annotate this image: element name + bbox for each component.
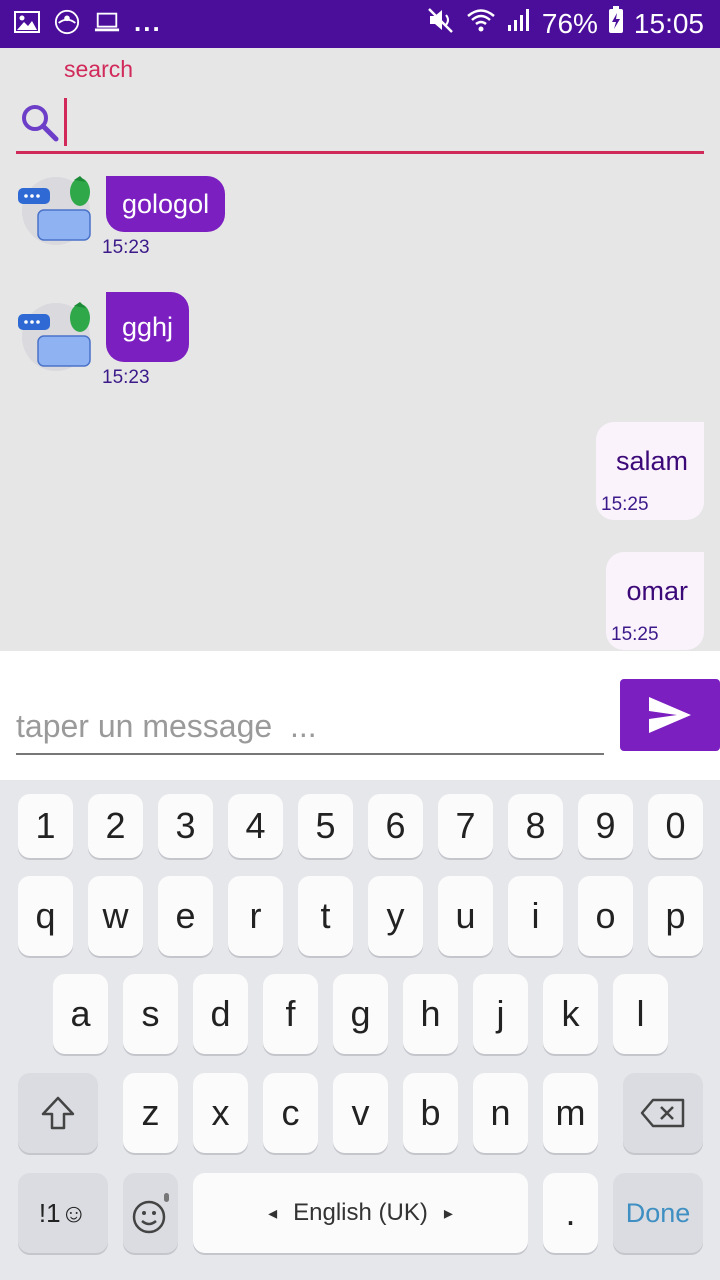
- symbols-key[interactable]: !1☺: [18, 1173, 108, 1253]
- key-f[interactable]: f: [263, 974, 318, 1054]
- avatar: [16, 176, 96, 246]
- key-d[interactable]: d: [193, 974, 248, 1054]
- message-time: 15:23: [102, 367, 150, 388]
- more-notifications: ...: [134, 7, 162, 37]
- message-time: 15:25: [611, 624, 659, 645]
- message-bubble[interactable]: gghj: [106, 292, 190, 362]
- key-y[interactable]: y: [368, 876, 423, 956]
- message-bubble[interactable]: salam 15:25: [596, 422, 704, 520]
- signal-icon: [506, 7, 532, 40]
- emoji-icon: [132, 1193, 169, 1234]
- message-text: salam: [615, 446, 688, 476]
- message-text: omar: [626, 576, 688, 606]
- search-label: search: [64, 56, 134, 82]
- key-x[interactable]: x: [193, 1073, 248, 1153]
- message-input[interactable]: [16, 699, 604, 755]
- key-c[interactable]: c: [263, 1073, 318, 1153]
- image-notification-icon: [14, 10, 40, 34]
- key-p[interactable]: p: [648, 876, 703, 956]
- period-key[interactable]: .: [543, 1173, 598, 1253]
- avatar: [16, 302, 96, 372]
- clock: 15:05: [633, 7, 704, 39]
- key-s[interactable]: s: [123, 974, 178, 1054]
- battery-charging-icon: [608, 6, 624, 41]
- done-key[interactable]: Done: [613, 1173, 703, 1253]
- search-bar: search: [0, 48, 720, 158]
- key-3[interactable]: 3: [158, 794, 213, 858]
- key-m[interactable]: m: [543, 1073, 598, 1153]
- key-7[interactable]: 7: [438, 794, 493, 858]
- key-k[interactable]: k: [543, 974, 598, 1054]
- search-icon[interactable]: [20, 103, 60, 143]
- key-a[interactable]: a: [53, 974, 108, 1054]
- key-1[interactable]: 1: [18, 794, 73, 858]
- battery-percent: 76%: [541, 7, 598, 39]
- message-time: 15:25: [601, 494, 649, 515]
- space-key[interactable]: ◂ English (UK) ▸: [193, 1173, 528, 1253]
- key-r[interactable]: r: [228, 876, 283, 956]
- key-8[interactable]: 8: [508, 794, 563, 858]
- key-q[interactable]: q: [18, 876, 73, 956]
- backspace-icon: [640, 1098, 685, 1128]
- key-b[interactable]: b: [403, 1073, 458, 1153]
- send-icon: [649, 697, 691, 733]
- key-e[interactable]: e: [158, 876, 213, 956]
- message-bubble[interactable]: omar 15:25: [606, 552, 704, 650]
- key-4[interactable]: 4: [228, 794, 283, 858]
- key-u[interactable]: u: [438, 876, 493, 956]
- message-text: gologol: [122, 188, 210, 219]
- shift-icon: [41, 1096, 75, 1130]
- message-time: 15:23: [102, 237, 150, 258]
- key-9[interactable]: 9: [578, 794, 633, 858]
- on-screen-keyboard: 1 2 3 4 5 6 7 8 9 0 q w e r t y u i o p …: [0, 780, 720, 1280]
- message-text: gghj: [122, 311, 174, 342]
- key-j[interactable]: j: [473, 974, 528, 1054]
- key-0[interactable]: 0: [648, 794, 703, 858]
- key-2[interactable]: 2: [88, 794, 143, 858]
- message-bubble[interactable]: gologol: [106, 176, 226, 232]
- key-5[interactable]: 5: [298, 794, 353, 858]
- message-list[interactable]: gologol 15:23 gghj 15:23 salam 15:25 oma…: [0, 160, 720, 650]
- message-composer: [0, 651, 720, 780]
- laptop-icon: [94, 10, 120, 34]
- text-cursor: [64, 98, 67, 146]
- key-g[interactable]: g: [333, 974, 388, 1054]
- app-notification-icon: [54, 9, 80, 35]
- key-n[interactable]: n: [473, 1073, 528, 1153]
- shift-key[interactable]: [18, 1073, 98, 1153]
- mute-icon: [426, 6, 456, 41]
- key-l[interactable]: l: [613, 974, 668, 1054]
- search-input[interactable]: [62, 98, 706, 148]
- key-i[interactable]: i: [508, 876, 563, 956]
- backspace-key[interactable]: [623, 1073, 703, 1153]
- key-6[interactable]: 6: [368, 794, 423, 858]
- search-underline: [16, 151, 704, 154]
- send-button[interactable]: [620, 679, 720, 751]
- key-z[interactable]: z: [123, 1073, 178, 1153]
- status-bar: ... 76% 15:05: [0, 0, 720, 48]
- key-v[interactable]: v: [333, 1073, 388, 1153]
- key-h[interactable]: h: [403, 974, 458, 1054]
- key-w[interactable]: w: [88, 876, 143, 956]
- emoji-key[interactable]: [123, 1173, 178, 1253]
- key-t[interactable]: t: [298, 876, 353, 956]
- wifi-icon: [466, 7, 496, 40]
- key-o[interactable]: o: [578, 876, 633, 956]
